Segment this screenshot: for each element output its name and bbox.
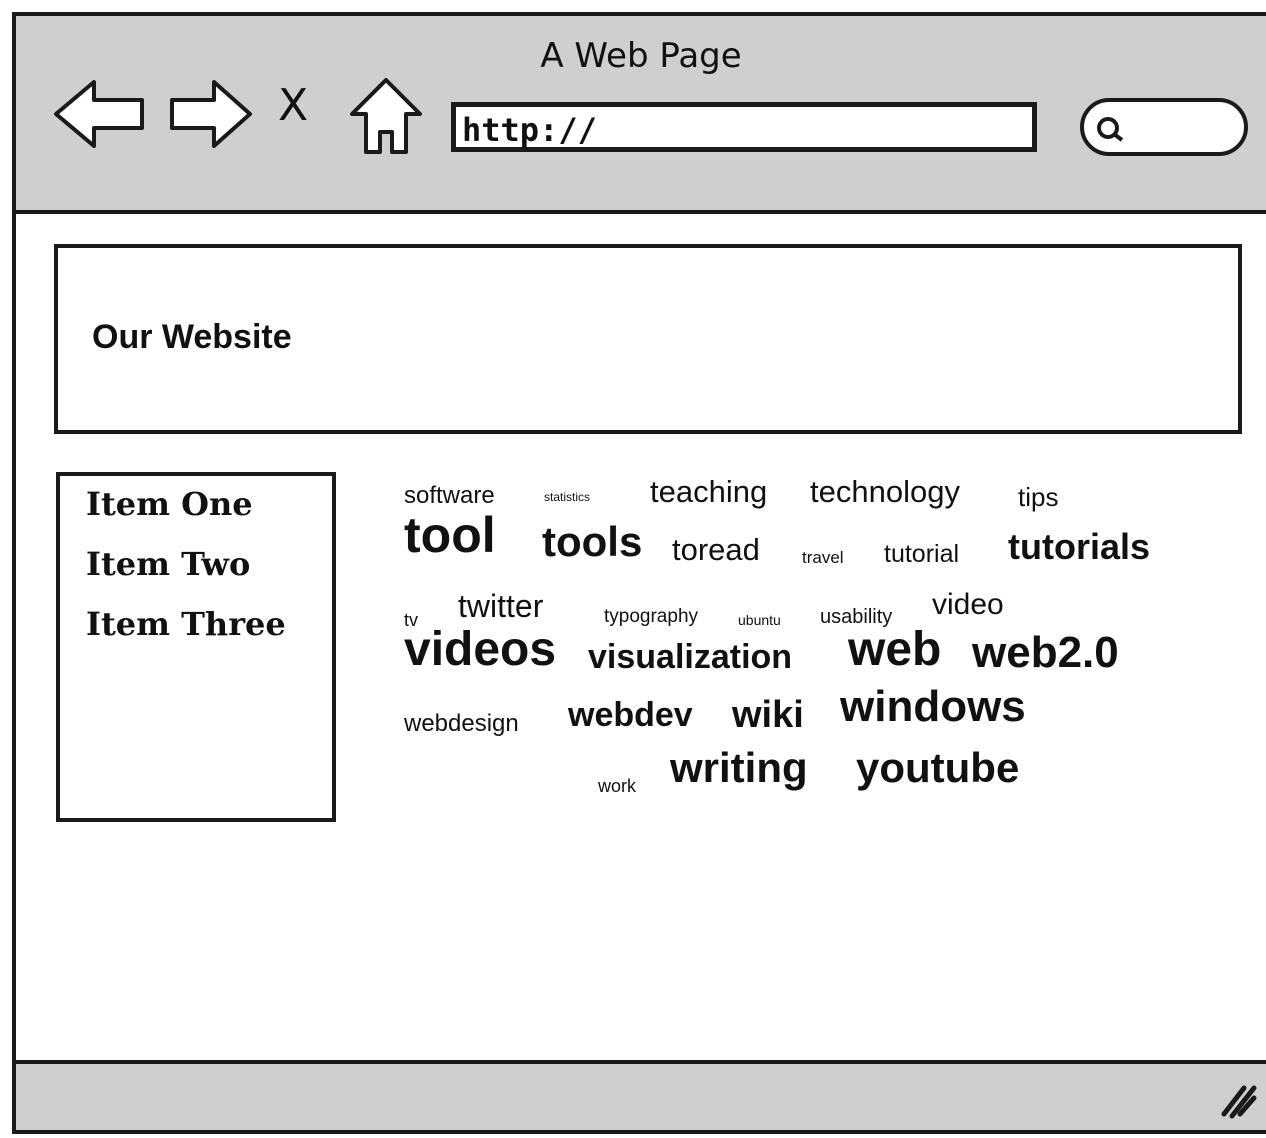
tag-statistics[interactable]: statistics [544,490,590,504]
tag-typography[interactable]: typography [604,606,698,628]
tag-web[interactable]: web [848,622,941,677]
tag-tutorials[interactable]: tutorials [1008,526,1150,568]
tag-webdev[interactable]: webdev [568,696,693,735]
site-title: Our Website [92,318,292,356]
tag-technology[interactable]: technology [810,474,960,510]
tag-video[interactable]: video [932,588,1004,622]
tag-cloud: software statistics teaching technology … [404,474,1204,834]
back-arrow-icon[interactable] [50,74,150,154]
browser-toolbar: A Web Page X http:// [16,16,1266,214]
sidebar-item-two[interactable]: Item Two [86,542,332,602]
tag-webdesign[interactable]: webdesign [404,710,519,738]
tag-twitter[interactable]: twitter [458,588,543,625]
tag-travel[interactable]: travel [802,548,844,568]
tag-visualization[interactable]: visualization [588,638,792,677]
tag-tutorial[interactable]: tutorial [884,540,959,569]
stop-button[interactable]: X [278,84,308,128]
tag-tool[interactable]: tool [404,506,496,564]
forward-arrow-icon[interactable] [166,74,256,154]
search-icon [1097,117,1124,142]
browser-window: A Web Page X http:// Our Website Item On… [12,12,1266,1134]
tag-teaching[interactable]: teaching [650,474,767,510]
tag-web2-0[interactable]: web2.0 [972,628,1119,678]
status-bar [16,1060,1266,1130]
tag-writing[interactable]: writing [670,744,808,792]
tag-windows[interactable]: windows [840,682,1026,732]
tag-tips[interactable]: tips [1018,482,1058,513]
tag-wiki[interactable]: wiki [732,694,804,737]
sidebar-nav: Item One Item Two Item Three [56,472,336,822]
window-title: A Web Page [540,36,742,76]
home-icon[interactable] [346,74,426,158]
tag-tools[interactable]: tools [542,518,642,566]
sidebar-item-one[interactable]: Item One [86,482,332,542]
tag-work[interactable]: work [598,776,636,797]
site-header: Our Website [54,244,1242,434]
tag-toread[interactable]: toread [672,532,760,568]
url-field[interactable]: http:// [451,102,1037,152]
tag-ubuntu[interactable]: ubuntu [738,612,781,628]
tag-videos[interactable]: videos [404,622,556,677]
tag-youtube[interactable]: youtube [856,744,1019,792]
sidebar-item-three[interactable]: Item Three [86,602,332,662]
resize-grip-icon[interactable] [1216,1076,1260,1124]
search-field[interactable] [1080,98,1248,156]
